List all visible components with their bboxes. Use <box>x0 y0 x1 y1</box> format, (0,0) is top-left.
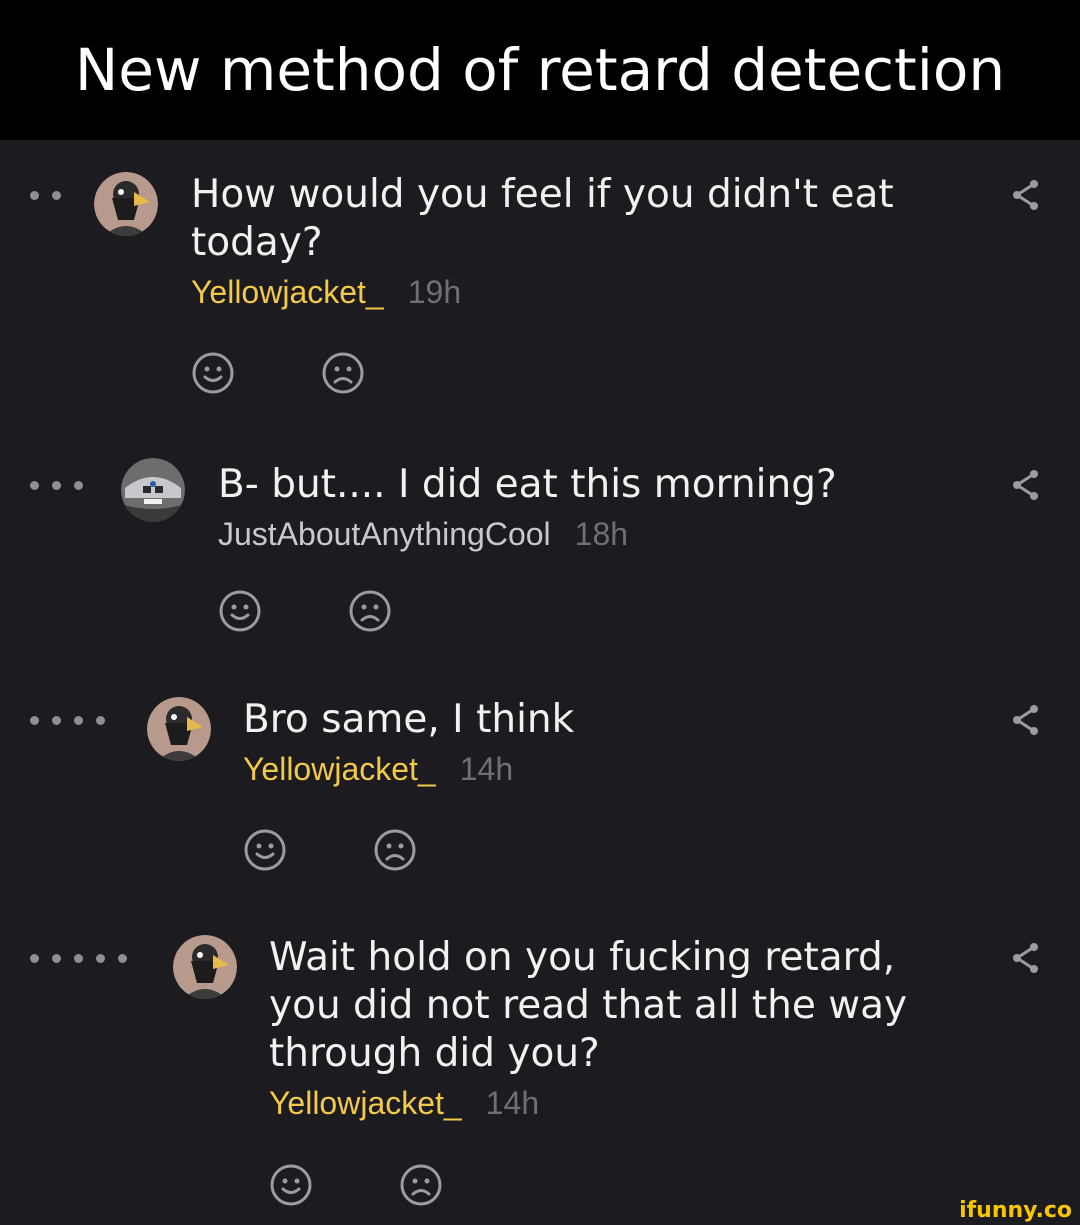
thread-depth-indicator <box>30 165 61 225</box>
depth-dot <box>74 480 83 490</box>
depth-dot <box>96 715 105 725</box>
frown-reaction-icon[interactable] <box>321 351 365 395</box>
share-icon[interactable] <box>1008 177 1042 213</box>
comment-body: Wait hold on you fucking retard, you did… <box>269 928 969 1125</box>
page: New method of retard detection How would… <box>0 0 1080 1225</box>
avatar[interactable] <box>121 458 185 522</box>
depth-dot <box>118 953 127 963</box>
comment-body: How would you feel if you didn't eat tod… <box>191 165 911 314</box>
comment-author[interactable]: Yellowjacket_ <box>269 1085 462 1121</box>
reaction-bar <box>243 828 417 872</box>
comment-time: 18h <box>574 516 629 552</box>
comment-text: Wait hold on you fucking retard, you did… <box>269 935 908 1076</box>
share-icon[interactable] <box>1008 467 1042 503</box>
comment: B- but.... I did eat this morning? JustA… <box>0 455 1080 655</box>
comment-meta: JustAboutAnythingCool 18h <box>218 512 938 556</box>
comment-author[interactable]: Yellowjacket_ <box>243 751 436 787</box>
share-icon[interactable] <box>1008 702 1042 738</box>
avatar[interactable] <box>173 935 237 999</box>
meme-caption: New method of retard detection <box>0 0 1080 140</box>
avatar[interactable] <box>147 697 211 761</box>
smile-reaction-icon[interactable] <box>191 351 235 395</box>
comment: Bro same, I think Yellowjacket_ 14h <box>0 690 1080 890</box>
depth-dot <box>74 715 83 725</box>
avatar[interactable] <box>94 172 158 236</box>
comment-time: 19h <box>407 274 462 310</box>
comment-body: Bro same, I think Yellowjacket_ 14h <box>243 690 963 791</box>
comment: How would you feel if you didn't eat tod… <box>0 165 1080 415</box>
depth-dot <box>96 953 105 963</box>
comment-text: B- but.... I did eat this morning? <box>218 462 837 507</box>
frown-reaction-icon[interactable] <box>399 1163 443 1207</box>
depth-dot <box>52 480 61 490</box>
comment-author[interactable]: JustAboutAnythingCool <box>218 516 551 552</box>
share-icon[interactable] <box>1008 940 1042 976</box>
comment-text: How would you feel if you didn't eat tod… <box>191 172 894 265</box>
comment-meta: Yellowjacket_ 19h <box>191 270 911 314</box>
thread-depth-indicator <box>30 690 105 750</box>
thread-depth-indicator <box>30 928 127 988</box>
comment-time: 14h <box>485 1085 540 1121</box>
comment-meta: Yellowjacket_ 14h <box>243 747 963 791</box>
comment-meta: Yellowjacket_ 14h <box>269 1081 969 1125</box>
depth-dot <box>30 480 39 490</box>
depth-dot <box>30 715 39 725</box>
depth-dot <box>74 953 83 963</box>
comment-author[interactable]: Yellowjacket_ <box>191 274 384 310</box>
smile-reaction-icon[interactable] <box>269 1163 313 1207</box>
depth-dot <box>52 715 61 725</box>
comment: Wait hold on you fucking retard, you did… <box>0 928 1080 1225</box>
comment-time: 14h <box>459 751 514 787</box>
comment-text: Bro same, I think <box>243 697 575 742</box>
depth-dot <box>30 190 39 200</box>
depth-dot <box>52 953 61 963</box>
depth-dot <box>30 953 39 963</box>
smile-reaction-icon[interactable] <box>243 828 287 872</box>
smile-reaction-icon[interactable] <box>218 589 262 633</box>
comment-body: B- but.... I did eat this morning? JustA… <box>218 455 938 556</box>
reaction-bar <box>269 1163 443 1207</box>
thread-depth-indicator <box>30 455 83 515</box>
depth-dot <box>52 190 61 200</box>
frown-reaction-icon[interactable] <box>348 589 392 633</box>
reaction-bar <box>191 351 365 395</box>
site-watermark: ifunny.co <box>959 1198 1072 1223</box>
frown-reaction-icon[interactable] <box>373 828 417 872</box>
reaction-bar <box>218 589 392 633</box>
